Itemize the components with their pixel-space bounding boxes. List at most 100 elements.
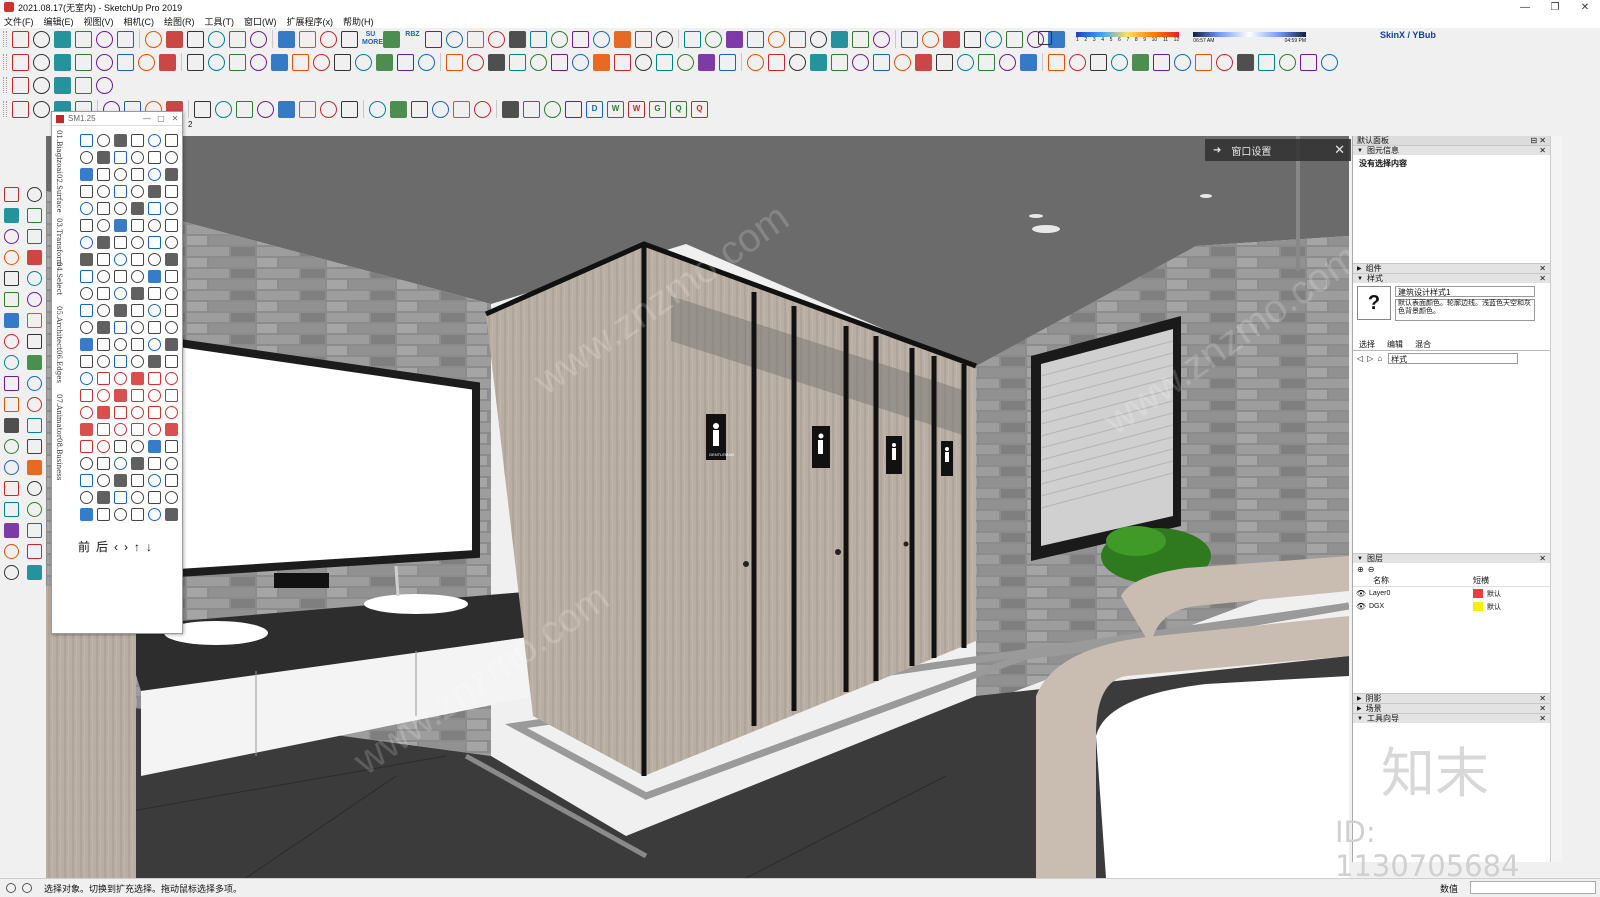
left-tool-icon[interactable] [27, 271, 42, 286]
left-tool-icon[interactable] [27, 481, 42, 496]
floating-tool-icon[interactable] [80, 321, 93, 334]
floating-tool-icon[interactable] [97, 270, 110, 283]
toolbar-tool-icon[interactable] [726, 30, 743, 48]
toolbar-tool-icon[interactable] [964, 30, 981, 48]
toolbar-tool-icon[interactable] [978, 53, 995, 71]
toolbar-tool-icon[interactable] [383, 30, 400, 48]
toolbar-tool-icon[interactable] [54, 53, 71, 71]
left-tool-icon[interactable] [27, 544, 42, 559]
toolbar-tool-icon[interactable] [565, 100, 582, 118]
floating-tool-icon[interactable] [97, 168, 110, 181]
toolbar-tool-icon[interactable] [852, 53, 869, 71]
floating-tool-icon[interactable] [97, 151, 110, 164]
floating-tool-icon[interactable] [114, 355, 127, 368]
floating-tool-icon[interactable] [148, 338, 161, 351]
floating-tool-icon[interactable] [114, 457, 127, 470]
layer-row[interactable]: 👁 Layer0 默认 [1353, 587, 1550, 600]
floating-toolbar-sm[interactable]: SM1.25 — ▢ ✕ 01.Biaglzoai 02.Surface 03.… [51, 111, 183, 634]
letter-tool-button[interactable]: W [607, 100, 624, 118]
floating-tool-icon[interactable] [148, 474, 161, 487]
floating-tool-icon[interactable] [131, 389, 144, 402]
toolbar-tool-icon[interactable] [1090, 53, 1107, 71]
instructor-header[interactable]: ▼ 工具向导 ✕ [1353, 713, 1550, 723]
toolbar-tool-icon[interactable] [1216, 53, 1233, 71]
toolbar-tool-icon[interactable] [12, 76, 29, 94]
floating-tool-icon[interactable] [148, 304, 161, 317]
arrow-up-icon[interactable]: ↑ [134, 540, 140, 554]
close-icon[interactable]: ✕ [168, 114, 182, 123]
floating-tool-icon[interactable] [165, 474, 178, 487]
toolbar-tool-icon[interactable] [54, 76, 71, 94]
info-icon[interactable] [6, 883, 16, 893]
floating-tool-icon[interactable] [80, 202, 93, 215]
menu-edit[interactable]: 编辑(E) [40, 15, 80, 28]
toolbar-tool-icon[interactable] [789, 30, 806, 48]
scenes-header[interactable]: ▶ 场景 ✕ [1353, 703, 1550, 713]
floating-tool-icon[interactable] [148, 236, 161, 249]
left-tool-icon[interactable] [27, 292, 42, 307]
toolbar-tool-icon[interactable] [425, 30, 442, 48]
chevron-left-icon[interactable]: ‹ [114, 540, 118, 554]
left-tool-icon[interactable] [27, 250, 42, 265]
left-tool-icon[interactable] [4, 376, 19, 391]
floating-tool-icon[interactable] [114, 151, 127, 164]
toolbar-tool-icon[interactable] [551, 30, 568, 48]
toolbar-tool-icon[interactable] [810, 53, 827, 71]
floating-tool-icon[interactable] [114, 440, 127, 453]
floating-tool-icon[interactable] [97, 134, 110, 147]
floating-tool-icon[interactable] [97, 338, 110, 351]
toolbar-tool-icon[interactable] [1321, 53, 1338, 71]
floating-tool-icon[interactable] [97, 457, 110, 470]
toolbar-tool-icon[interactable] [789, 53, 806, 71]
toolbar-tool-icon[interactable] [1258, 53, 1275, 71]
left-tool-icon[interactable] [4, 502, 19, 517]
floating-tool-icon[interactable] [97, 355, 110, 368]
toolbar-tool-icon[interactable] [719, 53, 736, 71]
toolbar-tool-icon[interactable] [418, 53, 435, 71]
toolbar-tool-icon[interactable] [831, 30, 848, 48]
toolbar-tool-icon[interactable] [1237, 53, 1254, 71]
toolbar-tool-icon[interactable] [467, 53, 484, 71]
toolbar-tool-icon[interactable] [698, 53, 715, 71]
toolbar-tool-icon[interactable] [376, 53, 393, 71]
components-header[interactable]: ▶ 组件 ✕ [1353, 263, 1550, 273]
toolbar-tool-icon[interactable] [446, 30, 463, 48]
minimize-button[interactable]: — [1510, 2, 1540, 13]
layer-linetype-header[interactable]: 短横 [1473, 575, 1489, 586]
floating-tool-icon[interactable] [131, 338, 144, 351]
floating-tool-icon[interactable] [97, 236, 110, 249]
toolbar-tool-icon[interactable] [250, 30, 267, 48]
toolbar-tool-icon[interactable] [1174, 53, 1191, 71]
toolbar-tool-icon[interactable] [831, 53, 848, 71]
toolbar-tool-icon[interactable] [292, 53, 309, 71]
floating-tool-icon[interactable] [165, 134, 178, 147]
toolbar-tool-icon[interactable] [117, 30, 134, 48]
floating-tool-icon[interactable] [97, 219, 110, 232]
floating-tool-icon[interactable] [131, 219, 144, 232]
floating-tool-icon[interactable] [97, 406, 110, 419]
toolbar-tool-icon[interactable] [257, 100, 274, 118]
floating-tool-icon[interactable] [131, 457, 144, 470]
floating-tool-icon[interactable] [148, 406, 161, 419]
floating-tool-icon[interactable] [148, 423, 161, 436]
month-slider[interactable]: 1 2 3 4 5 6 7 8 9 10 11 12 [1076, 32, 1180, 44]
forward-icon[interactable]: ▷ [1367, 354, 1373, 363]
arrow-down-icon[interactable]: ↓ [146, 540, 152, 554]
toolbar-tool-icon[interactable] [33, 30, 50, 48]
toolbar-tool-icon[interactable] [523, 100, 540, 118]
toolbar-tool-icon[interactable] [1020, 53, 1037, 71]
layer-color-swatch[interactable] [1473, 589, 1483, 598]
toolbar-tool-icon[interactable] [901, 30, 918, 48]
floating-tool-icon[interactable] [131, 440, 144, 453]
floating-tool-icon[interactable] [165, 508, 178, 521]
toolbar-tool-icon[interactable] [320, 100, 337, 118]
floating-tool-icon[interactable] [114, 134, 127, 147]
tab-architect[interactable]: 05.Architect [55, 306, 63, 350]
left-tool-icon[interactable] [4, 208, 19, 223]
left-tool-icon[interactable] [4, 292, 19, 307]
toolbar-tool-icon[interactable] [96, 76, 113, 94]
floating-tool-icon[interactable] [114, 202, 127, 215]
toolbar-tool-icon[interactable] [96, 53, 113, 71]
floating-tool-icon[interactable] [114, 474, 127, 487]
shadow-toggle-icon[interactable] [1038, 31, 1052, 45]
